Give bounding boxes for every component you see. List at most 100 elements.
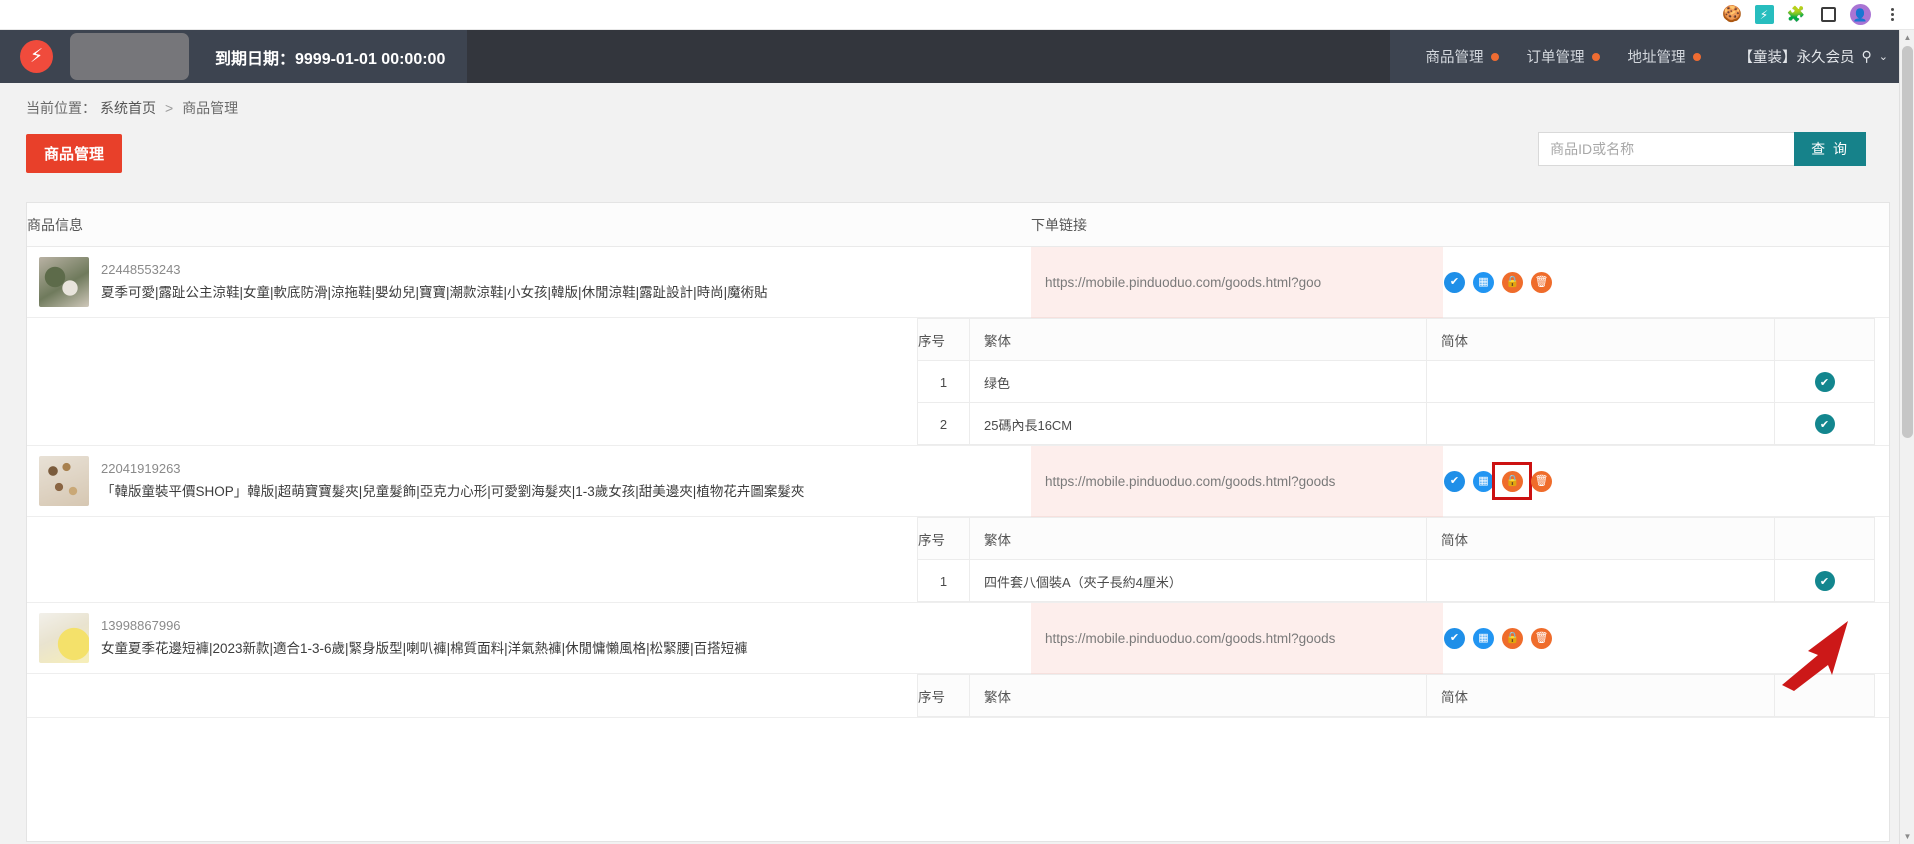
product-id: 22448553243 — [101, 262, 181, 278]
header-nav: 商品管理 订单管理 地址管理 【童装】永久会员 ⚲ ⌄ — [1389, 30, 1914, 83]
variant-row: 1 四件套八個裝A（夾子長約4厘米） ✔ — [917, 559, 1875, 602]
variant-ops-cell: ✔ — [1774, 402, 1875, 445]
extension-teal-icon[interactable]: ⚡ — [1750, 3, 1778, 27]
scrollbar-thumb[interactable] — [1902, 46, 1913, 438]
sidepanel-square-glyph — [1820, 7, 1836, 22]
approve-button[interactable]: ✔ — [1444, 627, 1465, 649]
column-header-order-link: 下单链接 — [1031, 203, 1443, 247]
variants-column-index: 序号 — [917, 318, 970, 361]
delete-button[interactable]: 🗑 — [1531, 470, 1552, 492]
product-order-link[interactable]: https://mobile.pinduoduo.com/goods.html?… — [1031, 445, 1443, 517]
approve-button[interactable]: ✔ — [1444, 271, 1465, 293]
spec-table-button[interactable]: ▦ — [1473, 271, 1494, 293]
product-info-cell: 22448553243 夏季可愛|露趾公主涼鞋|女童|軟底防滑|涼拖鞋|嬰幼兒|… — [27, 246, 1031, 318]
product-id: 13998867996 — [101, 618, 181, 634]
nav-item-goods-label: 商品管理 — [1425, 50, 1484, 66]
variants-column-index: 序号 — [917, 517, 970, 560]
expire-date-label: 到期日期：9999-01-01 00:00:00 — [215, 50, 446, 68]
user-account-menu[interactable]: 【童装】永久会员 ⚲ ⌄ — [1739, 46, 1888, 67]
variants-column-simplified: 简体 — [1426, 517, 1775, 560]
product-title: 夏季可愛|露趾公主涼鞋|女童|軟底防滑|涼拖鞋|嬰幼兒|寶寶|潮款涼鞋|小女孩|… — [101, 285, 768, 301]
variants-column-traditional: 繁体 — [969, 318, 1427, 361]
variant-row: 1 绿色 ✔ — [917, 360, 1875, 403]
product-thumbnail[interactable] — [39, 613, 89, 663]
delete-button[interactable]: 🗑 — [1531, 627, 1552, 649]
approve-button[interactable]: ✔ — [1444, 470, 1465, 492]
breadcrumb-prefix: 当前位置： — [26, 100, 96, 116]
spec-table-button[interactable]: ▦ — [1473, 627, 1494, 649]
user-account-label: 【童装】永久会员 — [1738, 50, 1855, 66]
profile-avatar-glyph: 👤 — [1849, 4, 1871, 25]
extension-teal-glyph: ⚡ — [1754, 5, 1774, 24]
sidepanel-icon[interactable] — [1814, 3, 1842, 27]
variant-confirm-button[interactable]: ✔ — [1814, 414, 1835, 434]
search-input[interactable] — [1538, 132, 1795, 166]
annotation-highlight-box — [1492, 461, 1532, 500]
product-order-link[interactable]: https://mobile.pinduoduo.com/goods.html?… — [1031, 602, 1443, 674]
extensions-puzzle-icon[interactable]: 🧩 — [1782, 3, 1810, 27]
variant-index: 1 — [917, 559, 970, 602]
breadcrumb: 当前位置： 系统首页 > 商品管理 — [0, 83, 1914, 118]
variant-traditional: 25碼內長16CM — [969, 402, 1427, 445]
brand-lightning-icon: ⚡ — [20, 40, 53, 73]
chrome-menu-dots — [1890, 8, 1894, 21]
variants-column-ops — [1774, 674, 1875, 717]
variants-header-row: 序号 繁体 简体 — [917, 517, 1875, 560]
delete-button[interactable]: 🗑 — [1531, 271, 1552, 293]
search-area: 查 询 — [1538, 132, 1866, 166]
product-order-link[interactable]: https://mobile.pinduoduo.com/goods.html?… — [1031, 246, 1443, 318]
lock-button[interactable]: 🔒 — [1502, 271, 1523, 293]
goods-table: 商品信息 下单链接 22448553243 夏季可愛|露趾公主涼鞋|女童|軟底防… — [27, 203, 1889, 718]
variants-column-ops — [1774, 318, 1875, 361]
product-thumbnail[interactable] — [39, 257, 89, 307]
breadcrumb-current: 商品管理 — [182, 100, 239, 116]
variants-cell: 序号 繁体 简体 1 绿色 ✔ 2 25碼內長16CM ✔ — [27, 317, 1889, 446]
variants-header-row: 序号 繁体 简体 — [917, 318, 1875, 361]
app-header: ⚡ 到期日期：9999-01-01 00:00:00 商品管理 订单管理 地址管… — [0, 30, 1914, 83]
product-title: 「韓版童裝平價SHOP」韓版|超萌寶寶髮夾|兒童髮飾|亞克力心形|可愛劉海髮夾|… — [101, 484, 805, 500]
nav-item-orders[interactable]: 订单管理 — [1527, 46, 1600, 67]
breadcrumb-link-home[interactable]: 系统首页 — [100, 98, 156, 118]
spec-table-button[interactable]: ▦ — [1473, 470, 1494, 492]
variants-column-index: 序号 — [917, 674, 970, 717]
header-brand-area: ⚡ 到期日期：9999-01-01 00:00:00 — [0, 30, 468, 83]
variants-table: 序号 繁体 简体 1 绿色 ✔ 2 25碼內長16CM ✔ — [917, 318, 1875, 445]
product-id: 22041919263 — [101, 461, 181, 477]
variant-confirm-button[interactable]: ✔ — [1814, 571, 1835, 591]
table-row: 13998867996 女童夏季花邊短褲|2023新款|適合1-3-6歲|緊身版… — [27, 602, 1889, 674]
browser-toolbar: 🍪 ⚡ 🧩 👤 — [0, 0, 1914, 30]
product-thumbnail[interactable] — [39, 456, 89, 506]
goods-table-header-row: 商品信息 下单链接 — [27, 203, 1889, 247]
cookie-icon[interactable]: 🍪 — [1718, 3, 1746, 27]
variants-spacer — [27, 517, 917, 602]
variants-table: 序号 繁体 简体 — [917, 674, 1875, 717]
variants-cell: 序号 繁体 简体 1 四件套八個裝A（夾子長約4厘米） ✔ — [27, 516, 1889, 603]
lock-button[interactable]: 🔒 — [1502, 627, 1523, 649]
nav-item-goods[interactable]: 商品管理 — [1426, 46, 1499, 67]
nav-item-goods-dot-icon — [1490, 52, 1499, 61]
variant-confirm-button[interactable]: ✔ — [1814, 372, 1835, 392]
goods-management-button[interactable]: 商品管理 — [26, 134, 123, 173]
breadcrumb-separator: > — [165, 100, 174, 116]
product-operations-cell: ✔ ▦ 🔒 🗑 — [1443, 246, 1889, 318]
product-title: 女童夏季花邊短褲|2023新款|適合1-3-6歲|緊身版型|喇叭褲|棉質面料|洋… — [101, 641, 748, 657]
nav-item-address-label: 地址管理 — [1627, 50, 1686, 66]
page-scrollbar[interactable]: ▲ ▼ — [1899, 30, 1914, 844]
action-row: 商品管理 查 询 — [0, 132, 1914, 190]
variant-simplified — [1426, 360, 1775, 403]
search-button[interactable]: 查 询 — [1794, 132, 1866, 166]
variant-traditional: 绿色 — [969, 360, 1427, 403]
column-header-product-info: 商品信息 — [27, 203, 1031, 247]
scrollbar-arrow-up[interactable]: ▲ — [1900, 30, 1914, 45]
scrollbar-arrow-down[interactable]: ▼ — [1900, 829, 1914, 844]
chrome-menu-icon[interactable] — [1878, 3, 1906, 27]
profile-avatar-icon[interactable]: 👤 — [1846, 3, 1874, 27]
variants-column-simplified: 简体 — [1426, 318, 1775, 361]
table-row: 22041919263 「韓版童裝平價SHOP」韓版|超萌寶寶髮夾|兒童髮飾|亞… — [27, 445, 1889, 517]
brand-name-redacted-box — [70, 33, 189, 80]
nav-item-address[interactable]: 地址管理 — [1628, 46, 1701, 67]
lock-button[interactable]: 🔒 — [1492, 461, 1532, 500]
chevron-down-icon: ⌄ — [1878, 51, 1888, 63]
nav-item-address-dot-icon — [1692, 52, 1701, 61]
variants-row: 序号 繁体 简体 1 绿色 ✔ 2 25碼內長16CM ✔ — [27, 317, 1889, 446]
